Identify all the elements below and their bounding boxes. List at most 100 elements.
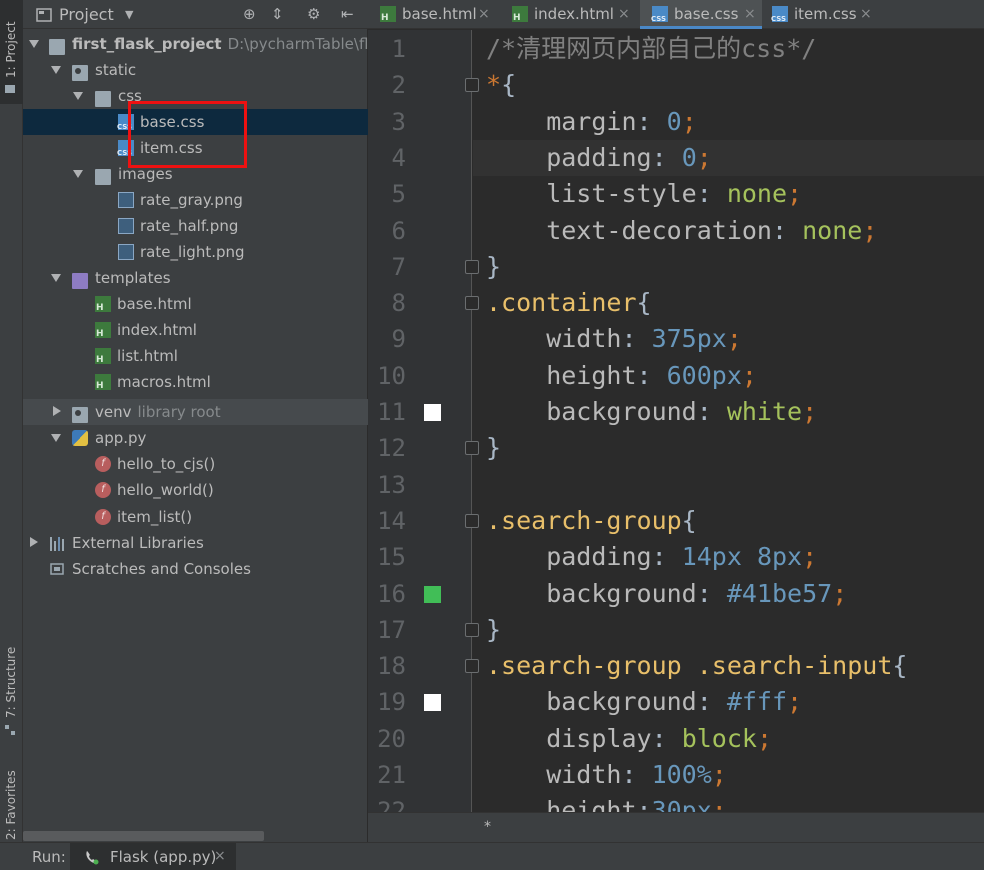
close-icon[interactable]: × (860, 0, 872, 29)
close-icon[interactable]: × (744, 0, 756, 29)
tree-item-label: Scratches and Consoles (72, 560, 251, 578)
code-line[interactable]: *{ (486, 67, 984, 103)
tree-item-rate-light-png[interactable]: rate_light.png (23, 239, 368, 265)
favorites-tool-tab[interactable]: 2: Favorites (0, 766, 23, 842)
code-token: : (696, 687, 727, 717)
tab-label: item.css (794, 5, 857, 23)
project-tool-tab[interactable]: 1: Project (0, 0, 23, 104)
tree-item-external-libraries[interactable]: External Libraries (23, 530, 368, 556)
tree-item-hello-to-cjs[interactable]: f hello_to_cjs() (23, 451, 368, 477)
fold-marker-icon[interactable] (465, 296, 479, 311)
code-line[interactable]: height:30px; (486, 793, 984, 812)
color-swatch[interactable] (424, 404, 441, 421)
code-line[interactable]: } (486, 249, 984, 285)
code-token: .search-group .search-input (486, 651, 893, 681)
code-line[interactable]: /*清理网页内部自己的css*/ (486, 31, 984, 67)
code-token: background (486, 578, 697, 608)
tree-item-index-html[interactable]: H index.html (23, 317, 368, 343)
code-line[interactable]: .search-group{ (486, 503, 984, 539)
code-line[interactable]: background: #41be57; (486, 576, 984, 612)
tree-item-base-html[interactable]: H base.html (23, 291, 368, 317)
code-line[interactable]: background: white; (486, 394, 984, 430)
tree-item-list-html[interactable]: H list.html (23, 343, 368, 369)
fold-marker-icon[interactable] (465, 622, 479, 637)
tab-item-css[interactable]: CSS item.css × (766, 0, 884, 29)
code-token: #fff (726, 687, 788, 717)
folder-icon (49, 39, 65, 55)
tree-item-rate-half-png[interactable]: rate_half.png (23, 213, 368, 239)
chevron-down-icon[interactable] (73, 92, 83, 100)
run-tab-label: Flask (app.py) (110, 848, 217, 866)
code-token: 14px 8px (681, 542, 803, 572)
chevron-down-icon[interactable] (51, 434, 61, 442)
function-icon: f (95, 482, 111, 498)
code-token: background (486, 397, 697, 426)
code-line[interactable]: .search-group .search-input{ (486, 648, 984, 684)
tab-index-html[interactable]: H index.html × (500, 0, 636, 29)
chevron-down-icon[interactable] (29, 40, 39, 48)
tree-item-item-list[interactable]: f item_list() (23, 504, 368, 530)
tree-item-scratches-and-consoles[interactable]: Scratches and Consoles (23, 556, 368, 582)
tree-item-rate-gray-png[interactable]: rate_gray.png (23, 187, 368, 213)
chevron-down-icon[interactable] (73, 170, 83, 178)
hide-panel-icon[interactable]: ⇤ (341, 5, 354, 23)
code-line[interactable]: list-style: none; (486, 176, 984, 212)
code-line[interactable]: } (486, 612, 984, 648)
code-token: { (681, 505, 697, 535)
code-line[interactable]: width: 100%; (486, 757, 984, 793)
fold-marker-icon[interactable] (465, 441, 479, 456)
chevron-right-icon[interactable] (53, 406, 61, 416)
fold-marker-icon[interactable] (465, 513, 479, 528)
code-editor[interactable]: 1 2 3 4 5 6 7 8 9 10 11 12 13 14 15 16 17 18 19 20 21 22 /*清理… (368, 30, 984, 812)
crosshair-icon[interactable]: ⊕ (243, 5, 256, 23)
fold-marker-icon[interactable] (465, 659, 479, 674)
code-line[interactable]: display: block; (486, 721, 984, 757)
close-icon[interactable]: × (478, 0, 490, 29)
code-token: : (696, 578, 727, 608)
tree-item-label: static (95, 61, 137, 79)
color-swatch[interactable] (424, 585, 441, 603)
code-line[interactable]: margin: 0; (486, 104, 984, 140)
fold-marker-icon[interactable] (465, 78, 479, 93)
code-token: white (726, 397, 803, 426)
run-tab-flask[interactable]: Flask (app.py) × (70, 843, 236, 870)
code-token: height (486, 796, 637, 812)
fold-marker-icon[interactable] (465, 259, 479, 274)
code-line[interactable]: height: 600px; (486, 358, 984, 394)
color-swatch[interactable] (424, 694, 441, 712)
close-icon[interactable]: × (214, 848, 226, 864)
code-line[interactable]: padding: 0; (473, 139, 984, 176)
folder-icon (95, 169, 111, 185)
collapse-all-icon[interactable]: ⇕ (271, 5, 284, 23)
line-number: 22 (377, 797, 406, 812)
tree-item-templates[interactable]: templates (23, 265, 368, 291)
code-line[interactable]: padding: 14px 8px; (486, 539, 984, 575)
tab-base-css[interactable]: CSS base.css × (640, 0, 762, 29)
chevron-down-icon[interactable] (51, 66, 61, 74)
structure-tool-tab[interactable]: 7: Structure (0, 640, 23, 740)
tree-item-first-flask-project[interactable]: first_flask_project D:\pycharmTable\flask (23, 31, 394, 57)
tree-item-static[interactable]: static (23, 57, 368, 83)
chevron-down-icon[interactable]: ▼ (125, 8, 133, 21)
chevron-right-icon[interactable] (30, 537, 38, 547)
line-number: 20 (377, 724, 406, 753)
tree-item-app-py[interactable]: app.py (23, 425, 368, 451)
tree-item-venv[interactable]: venv library root (23, 399, 368, 425)
run-config-icon (86, 851, 99, 865)
html-file-icon: H (95, 374, 111, 391)
chevron-down-icon[interactable] (51, 274, 61, 282)
code-line[interactable]: background: #fff; (486, 684, 984, 720)
code-token: : (651, 723, 682, 753)
horizontal-scrollbar[interactable] (23, 831, 264, 841)
code-line[interactable]: width: 375px; (486, 321, 984, 357)
settings-icon[interactable]: ⚙ (307, 5, 320, 23)
code-line[interactable]: text-decoration: none; (486, 213, 984, 249)
close-icon[interactable]: × (618, 0, 630, 29)
code-token: ; (787, 179, 803, 209)
code-line[interactable]: .container{ (486, 285, 984, 321)
line-number: 2 (391, 71, 406, 100)
tree-item-macros-html[interactable]: H macros.html (23, 369, 368, 395)
code-line[interactable]: } (486, 430, 984, 466)
tree-item-hello-world[interactable]: f hello_world() (23, 477, 368, 503)
tab-base-html[interactable]: H base.html × (368, 0, 496, 29)
